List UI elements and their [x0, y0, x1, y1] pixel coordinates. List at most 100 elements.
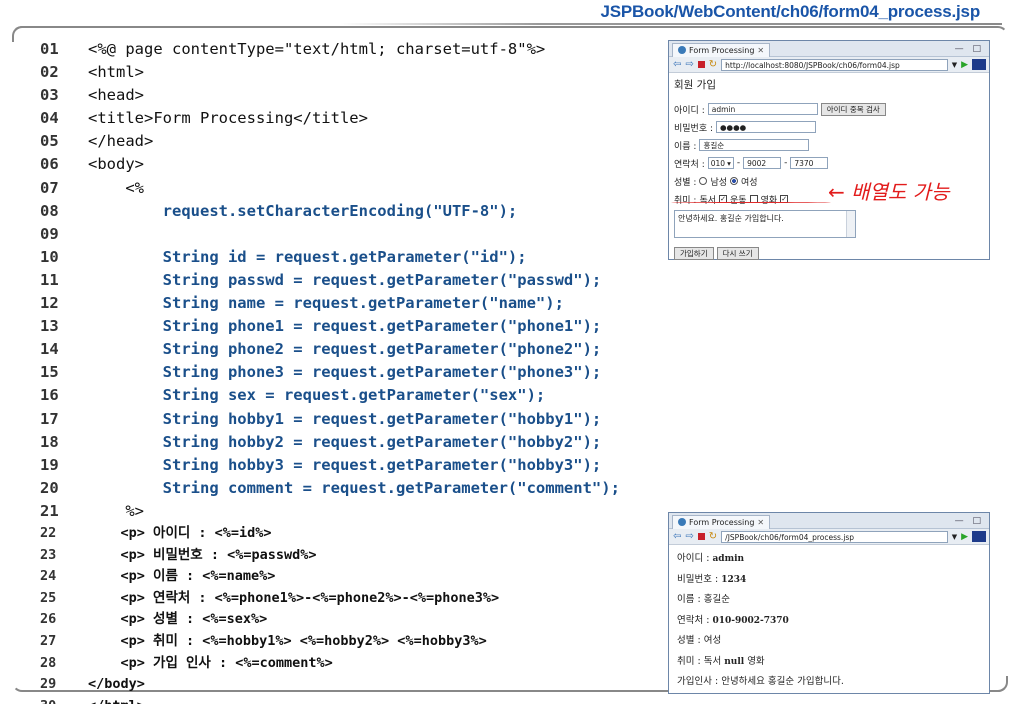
code-line: 08 request.setCharacterEncoding("UTF-8")…	[40, 200, 620, 223]
code-line: 23 <p> 비밀번호 : <%=passwd%>	[40, 545, 620, 567]
code-line: 17 String hobby1 = request.getParameter(…	[40, 408, 620, 431]
result-content: 아이디 : admin 비밀번호 : 1234 이름 : 홍길순 연락처 : 010-…	[669, 545, 989, 697]
result-line: 아이디 : admin	[677, 549, 981, 570]
code-text: String phone2 = request.getParameter("ph…	[88, 340, 602, 359]
code-line: 03 <head>	[40, 84, 620, 107]
line-number: 16	[40, 386, 59, 405]
line-number: 12	[40, 294, 59, 313]
result-label: 성별 : 여성	[677, 635, 722, 646]
external-browser-icon[interactable]	[972, 531, 986, 542]
hobby1-label: 독서	[699, 195, 717, 206]
code-text: <%	[88, 178, 144, 197]
code-line: 07 <%	[40, 177, 620, 200]
code-line: 09	[40, 223, 620, 246]
code-line: 27 <p> 취미 : <%=hobby1%> <%=hobby2%> <%=h…	[40, 631, 620, 653]
window-controls[interactable]: — □	[955, 516, 989, 526]
hobby-underline	[671, 202, 831, 203]
line-number: 14	[40, 340, 59, 359]
external-browser-icon[interactable]	[972, 59, 986, 70]
result-line: 가입인사 : 안녕하세요 홍길순 가입합니다.	[677, 672, 981, 693]
line-number: 07	[40, 178, 59, 197]
line-number: 02	[40, 63, 59, 82]
code-text: String phone3 = request.getParameter("ph…	[88, 363, 602, 382]
code-text: <head>	[88, 86, 144, 105]
result-browser-window: Form Processing ✕ — □ ⇦ ⇨ ↻ /JSPBook/ch0…	[668, 512, 990, 694]
stop-icon[interactable]	[697, 61, 705, 68]
form-content: 회원 가입 아이디 : admin 아이디 중복 검사 비밀번호 : ●●●● …	[669, 73, 989, 265]
code-text: String id = request.getParameter("id");	[88, 247, 527, 266]
code-text: String comment = request.getParameter("c…	[88, 478, 620, 497]
phone-label: 연락처 :	[674, 159, 705, 170]
refresh-icon[interactable]: ↻	[709, 59, 717, 70]
close-icon[interactable]: ✕	[757, 518, 764, 527]
window-controls[interactable]: — □	[955, 44, 989, 54]
url-field[interactable]: /JSPBook/ch06/form04_process.jsp	[721, 530, 948, 543]
line-number: 09	[40, 224, 59, 243]
sex-male-label: 남성	[710, 177, 728, 188]
code-text: String passwd = request.getParameter("pa…	[88, 270, 602, 289]
code-line: 20 String comment = request.getParameter…	[40, 477, 620, 500]
stop-icon[interactable]	[697, 533, 705, 540]
globe-icon	[678, 46, 686, 54]
code-text: %>	[88, 501, 144, 520]
code-text: <%@ page contentType="text/html; charset…	[88, 40, 546, 58]
chevron-down-icon[interactable]: ▼	[952, 533, 957, 541]
id-label: 아이디 :	[674, 105, 705, 116]
result-label: 가입인사 : 안녕하세요 홍길순 가입합니다.	[677, 676, 844, 687]
code-line: 13 String phone1 = request.getParameter(…	[40, 315, 620, 338]
go-icon[interactable]: ▶	[961, 532, 968, 542]
name-input[interactable]: 홍길순	[699, 139, 810, 151]
code-text: <p> 취미 : <%=hobby1%> <%=hobby2%> <%=hobb…	[88, 632, 487, 649]
code-listing: 01 <%@ page contentType="text/html; chars…	[40, 38, 620, 704]
line-number: 18	[40, 432, 59, 451]
sex-female-radio[interactable]	[730, 177, 739, 185]
phone1-value: 010	[710, 159, 726, 168]
line-number: 01	[40, 40, 59, 58]
phone-dash: -	[784, 158, 788, 168]
password-input[interactable]: ●●●●	[716, 121, 817, 133]
phone1-select[interactable]: 010 ▾	[707, 157, 734, 169]
code-line: 29 </body>	[40, 674, 620, 696]
line-number: 13	[40, 317, 59, 336]
forward-icon[interactable]: ⇨	[685, 531, 693, 542]
code-line: 25 <p> 연락처 : <%=phone1%>-<%=phone2%>-<%=…	[40, 588, 620, 610]
submit-button[interactable]: 가입하기	[674, 246, 714, 260]
result-label: 연락처 :	[677, 614, 713, 626]
forward-icon[interactable]: ⇨	[685, 59, 693, 70]
back-icon[interactable]: ⇦	[673, 531, 681, 542]
line-number: 17	[40, 409, 59, 428]
tab-form-processing[interactable]: Form Processing ✕	[672, 42, 771, 57]
chevron-down-icon[interactable]: ▼	[952, 61, 957, 69]
close-icon[interactable]: ✕	[757, 46, 764, 55]
code-text: <html>	[88, 63, 144, 82]
form-browser-window: Form Processing ✕ — □ ⇦ ⇨ ↻ http://local…	[668, 40, 990, 260]
tab-form-processing[interactable]: Form Processing ✕	[672, 514, 771, 529]
code-line: 26 <p> 성별 : <%=sex%>	[40, 609, 620, 631]
password-label: 비밀번호 :	[674, 123, 714, 134]
line-number: 25	[40, 589, 57, 606]
sex-label: 성별 :	[674, 177, 697, 188]
line-number: 08	[40, 201, 59, 220]
reset-button[interactable]: 다시 쓰기	[716, 246, 759, 260]
id-input[interactable]: admin	[707, 103, 818, 115]
code-text: <title>Form Processing</title>	[88, 109, 368, 128]
go-icon[interactable]: ▶	[961, 60, 968, 70]
title-rule	[340, 23, 1002, 25]
back-icon[interactable]: ⇦	[673, 59, 681, 70]
line-number: 21	[40, 501, 59, 520]
sex-male-radio[interactable]	[699, 177, 708, 185]
url-field[interactable]: http://localhost:8080/JSPBook/ch06/form0…	[721, 58, 948, 71]
line-number: 26	[40, 611, 57, 628]
code-text: <body>	[88, 155, 144, 174]
refresh-icon[interactable]: ↻	[709, 531, 717, 542]
phone3-input[interactable]: 7370	[790, 157, 829, 169]
chevron-down-icon: ▾	[727, 159, 731, 168]
comment-textarea[interactable]: 안녕하세요. 홍길순 가입합니다.	[674, 210, 856, 238]
phone2-input[interactable]: 9002	[743, 157, 782, 169]
line-number: 05	[40, 132, 59, 151]
name-label: 이름 :	[674, 141, 697, 152]
dup-check-button[interactable]: 아이디 중복 검사	[820, 102, 886, 116]
code-line: 05 </head>	[40, 130, 620, 153]
tab-title: Form Processing	[689, 517, 755, 527]
code-text: </html>	[88, 696, 145, 704]
